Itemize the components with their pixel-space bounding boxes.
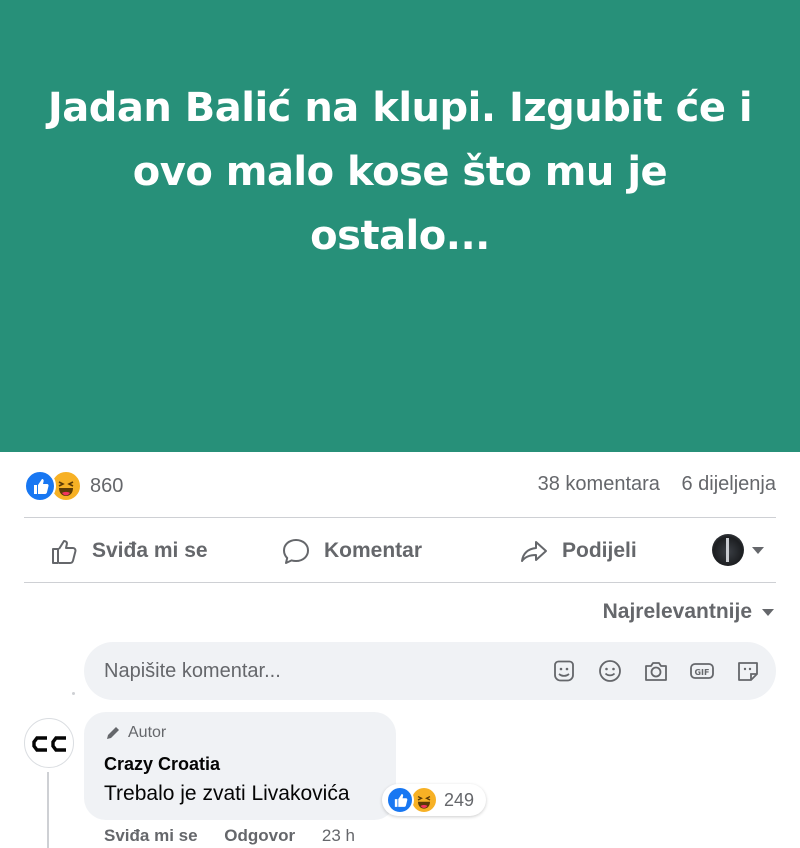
composer-dot bbox=[72, 692, 75, 695]
commenter-avatar[interactable] bbox=[24, 718, 74, 768]
comment-label: Komentar bbox=[324, 539, 423, 562]
divider bbox=[24, 582, 776, 583]
share-button[interactable]: Podijeli bbox=[518, 520, 637, 582]
comment-share-stats: 38 komentara 6 dijeljenja bbox=[538, 473, 776, 496]
shares-count[interactable]: 6 dijeljenja bbox=[681, 473, 776, 495]
post-actions: Sviđa mi se Komentar Podijeli bbox=[24, 520, 776, 582]
pencil-icon bbox=[107, 727, 119, 739]
post-banner: Jadan Balić na klupi. Izgubit će i ovo m… bbox=[0, 0, 800, 452]
profile-avatar bbox=[712, 534, 744, 566]
comment-like-link[interactable]: Sviđa mi se bbox=[104, 826, 198, 845]
divider bbox=[24, 517, 776, 518]
sort-label: Najrelevantnije bbox=[602, 600, 752, 623]
avatar-sticker-icon[interactable] bbox=[550, 657, 578, 685]
reaction-icons[interactable] bbox=[24, 470, 86, 502]
share-arrow-icon bbox=[521, 541, 547, 562]
author-badge-label: Autor bbox=[128, 724, 167, 741]
like-reaction-icon bbox=[24, 470, 56, 502]
composer-icons: GIF bbox=[532, 657, 762, 685]
gif-icon[interactable]: GIF bbox=[688, 657, 716, 685]
commenter-name[interactable]: Crazy Croatia bbox=[104, 754, 220, 775]
crazy-croatia-logo-icon bbox=[32, 736, 66, 752]
like-reaction-icon bbox=[386, 786, 414, 814]
comment-reaction-count: 249 bbox=[444, 790, 475, 810]
comment-timestamp[interactable]: 23 h bbox=[322, 826, 355, 845]
comment-composer[interactable]: GIF bbox=[84, 642, 776, 700]
comment-input[interactable] bbox=[104, 642, 524, 700]
thread-line bbox=[47, 772, 49, 848]
emoji-icon[interactable] bbox=[596, 657, 624, 685]
like-label: Sviđa mi se bbox=[92, 539, 208, 562]
sticker-icon[interactable] bbox=[734, 657, 762, 685]
comment-actions: Sviđa mi se Odgovor 23 h bbox=[104, 826, 377, 846]
comment-reply-link[interactable]: Odgovor bbox=[224, 826, 295, 845]
banner-text: Jadan Balić na klupi. Izgubit će i ovo m… bbox=[47, 85, 753, 259]
comment-text: Trebalo je zvati Livakovića bbox=[104, 782, 350, 805]
author-badge: Autor bbox=[104, 724, 166, 742]
comment-sort-dropdown[interactable]: Najrelevantnije bbox=[603, 600, 774, 624]
comment-bubble-icon bbox=[283, 539, 309, 564]
haha-reaction-icon bbox=[410, 786, 438, 814]
chevron-down-icon bbox=[762, 608, 774, 616]
svg-text:GIF: GIF bbox=[694, 668, 709, 677]
comments-count[interactable]: 38 komentara bbox=[538, 473, 660, 495]
like-button[interactable]: Sviđa mi se bbox=[48, 520, 208, 582]
comment-button[interactable]: Komentar bbox=[280, 520, 422, 582]
thumbs-up-icon bbox=[52, 540, 77, 564]
share-label: Podijeli bbox=[562, 539, 637, 562]
comment-bubble: Autor Crazy Croatia Trebalo je zvati Liv… bbox=[84, 712, 396, 820]
chevron-down-icon bbox=[752, 546, 764, 554]
reaction-count[interactable]: 860 bbox=[90, 475, 123, 498]
camera-icon[interactable] bbox=[642, 657, 670, 685]
post-stats: 860 38 komentara 6 dijeljenja bbox=[24, 468, 776, 504]
comment-reactions[interactable]: 249 bbox=[382, 784, 486, 816]
post-as-selector[interactable] bbox=[712, 534, 764, 566]
